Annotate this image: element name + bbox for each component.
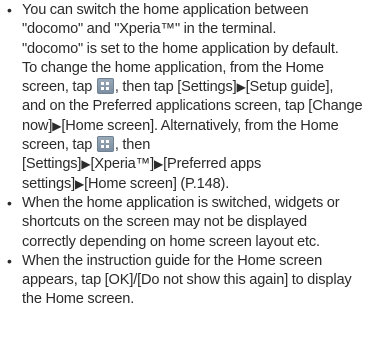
arrow-separator: ▶ [75, 176, 85, 191]
apps-grid-icon [96, 78, 114, 95]
text-segment: settings] [22, 175, 75, 192]
arrow-separator: ▶ [153, 157, 164, 172]
text-segment: [Home screen] (P.148). [84, 175, 230, 192]
document-page: • You can switch the home application bet… [0, 0, 383, 342]
text-segment: now] [22, 117, 53, 134]
text-line: [Settings]▶[Xperia™]▶[Preferred apps [22, 155, 377, 174]
text-segment: and on the Preferred applications screen… [22, 98, 363, 115]
text-segment: When the instruction guide for the Home … [22, 252, 323, 269]
note-item: • You can switch the home application bet… [6, 1, 377, 194]
text-line: the Home screen. [22, 290, 377, 309]
text-line: To change the home application, from the… [22, 59, 377, 78]
bullet-mark: • [7, 252, 12, 269]
text-line: screen, tap , then tap [Settings]▶[Setup… [22, 78, 377, 97]
text-segment: , then tap [Settings] [114, 79, 237, 96]
text-line: When the home application is switched, w… [22, 194, 377, 213]
arrow-separator: ▶ [236, 80, 246, 95]
text-segment: You can switch the home application betw… [22, 2, 309, 18]
note-list: • You can switch the home application bet… [6, 1, 377, 310]
note-item: • When the home application is switched, … [6, 194, 377, 252]
text-line: now]▶[Home screen]. Alternatively, from … [22, 117, 377, 136]
arrow-separator: ▶ [52, 118, 62, 133]
text-segment: shortcuts on the screen may not be displ… [22, 214, 307, 231]
text-segment: screen, tap [22, 137, 96, 154]
apps-grid-icon [96, 136, 114, 153]
text-line: "docomo" and "Xperia™" in the terminal. [22, 20, 377, 39]
text-line: screen, tap , then [22, 136, 377, 155]
text-line: correctly depending on home screen layou… [22, 233, 377, 252]
text-segment: To change the home application, from the… [22, 59, 324, 76]
text-line: settings]▶[Home screen] (P.148). [22, 175, 377, 194]
text-line: You can switch the home application betw… [22, 1, 377, 20]
text-segment: When the home application is switched, w… [22, 194, 340, 211]
text-line: and on the Preferred applications screen… [22, 97, 377, 116]
text-line: "docomo" is set to the home application … [22, 40, 377, 59]
text-segment: the Home screen. [22, 291, 135, 308]
text-segment: , then [114, 137, 151, 154]
text-segment: [Xperia™] [90, 156, 154, 173]
text-segment: [Settings] [22, 156, 82, 173]
text-line: shortcuts on the screen may not be displ… [22, 213, 377, 232]
text-segment: screen, tap [22, 79, 96, 96]
text-line: appears, tap [OK]/[Do not show this agai… [22, 271, 377, 290]
text-segment: appears, tap [OK]/[Do not show this agai… [22, 272, 352, 289]
text-segment: "docomo" is set to the home application … [22, 40, 339, 57]
text-line: When the instruction guide for the Home … [22, 252, 377, 271]
text-segment: "docomo" and "Xperia™" in the terminal. [22, 21, 277, 38]
note-item: • When the instruction guide for the Home… [6, 252, 377, 310]
text-segment: [Home screen]. Alternatively, from the H… [61, 117, 339, 134]
text-segment: [Setup guide], [245, 79, 334, 96]
bullet-mark: • [7, 194, 12, 211]
text-segment: correctly depending on home screen layou… [22, 233, 320, 250]
text-segment: [Preferred apps [163, 156, 262, 173]
bullet-mark: • [7, 2, 12, 18]
